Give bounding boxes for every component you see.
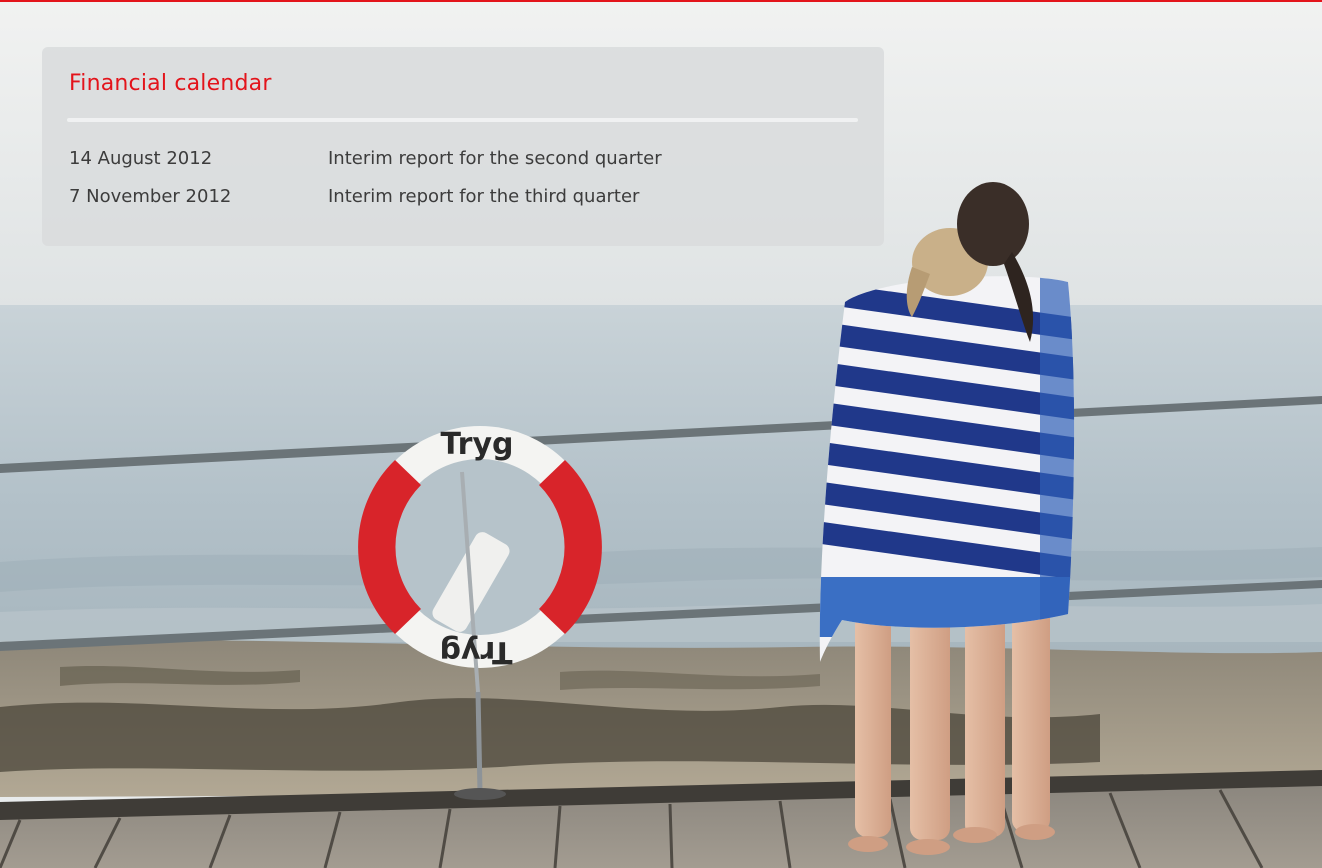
calendar-event: Interim report for the third quarter — [328, 186, 640, 207]
calendar-date: 14 August 2012 — [69, 148, 213, 169]
financial-calendar-panel: Financial calendar 14 August 2012 Interi… — [42, 47, 884, 246]
sea — [0, 305, 1322, 655]
lifebuoy-label-bottom: Tryg — [440, 634, 513, 669]
calendar-row: 7 November 2012 Interim report for the t… — [69, 186, 849, 214]
panel-title: Financial calendar — [69, 71, 272, 96]
lifebuoy-label-top: Tryg — [441, 427, 514, 462]
calendar-date: 7 November 2012 — [69, 186, 232, 207]
calendar-event: Interim report for the second quarter — [328, 148, 662, 169]
title-divider — [67, 118, 858, 122]
calendar-row: 14 August 2012 Interim report for the se… — [69, 148, 849, 176]
